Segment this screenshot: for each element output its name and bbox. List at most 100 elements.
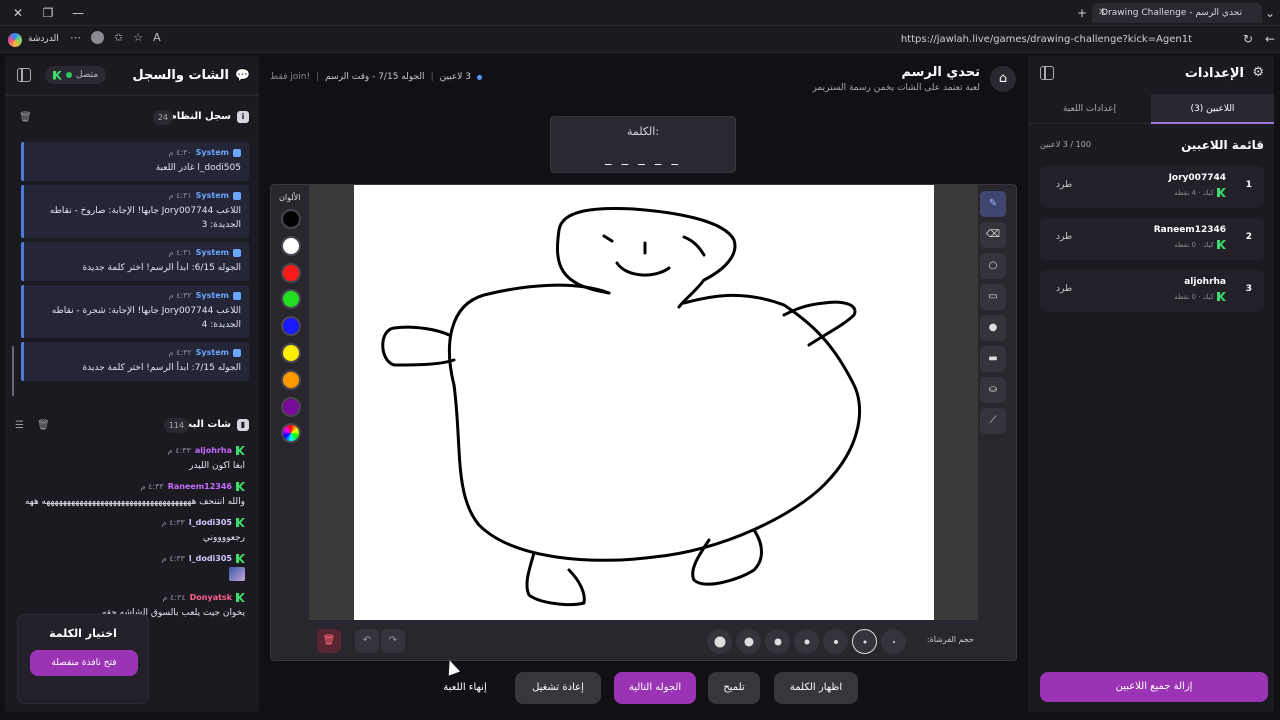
emote-image: [229, 567, 245, 581]
brush-size-xxs[interactable]: [852, 629, 877, 654]
kick-icon: [1217, 240, 1226, 249]
system-log-item: System ٤:٣٢ م الجوله 7/15: ابدأ الرسم! اخت…: [21, 342, 249, 381]
chat-icon: 💬: [235, 68, 250, 82]
more-icon[interactable]: ⋯: [70, 31, 81, 44]
color-swatch[interactable]: [281, 369, 301, 390]
message-author[interactable]: Donyatsk: [190, 593, 232, 602]
redo-button[interactable]: ↷: [381, 629, 405, 653]
separator: |: [430, 72, 434, 82]
clear-log-icon[interactable]: 🗑: [19, 112, 32, 123]
player-row: 1 Jory007744 كيك · 4 نقطة طرد: [1040, 166, 1264, 208]
copilot-button[interactable]: الدردشة: [8, 30, 59, 49]
minimize-window-icon[interactable]: —: [70, 5, 86, 21]
color-swatch[interactable]: [281, 343, 301, 363]
collapse-panel-icon[interactable]: [1040, 66, 1054, 80]
brush-size-min[interactable]: [881, 629, 906, 654]
color-swatch[interactable]: [281, 209, 301, 229]
open-popup-button[interactable]: فتح نافذة منفصلة: [30, 650, 138, 676]
message-author[interactable]: aljohrha: [195, 446, 232, 455]
close-window-icon[interactable]: ✕: [10, 5, 26, 21]
home-button[interactable]: ⌂: [990, 66, 1016, 92]
settings-title: الإعدادات: [1184, 66, 1244, 81]
remove-all-players-button[interactable]: إزالة جميع اللاعبين: [1040, 672, 1268, 702]
profile-icon[interactable]: [91, 31, 104, 44]
drawing-canvas[interactable]: [354, 185, 934, 620]
url-field[interactable]: https://jawlah.live/games/drawing-challe…: [200, 30, 1220, 49]
kick-player-button[interactable]: طرد: [1056, 284, 1072, 294]
rectangle-tool-icon[interactable]: ▭: [980, 284, 1006, 310]
bot-icon: [233, 191, 241, 200]
colors-label: الألوان: [279, 193, 301, 202]
tab-game-settings[interactable]: إعدادات اللعبة: [1028, 94, 1151, 124]
back-icon[interactable]: ←: [1262, 31, 1278, 47]
tab-list-icon[interactable]: ⌄: [1262, 5, 1278, 21]
word-display: الكلمة: _ _ _ _ _: [550, 116, 736, 173]
browser-tab[interactable]: ✕ تحدي الرسم - Drawing Challenge: [1092, 3, 1262, 23]
filled-rectangle-tool-icon[interactable]: ▬: [980, 346, 1006, 372]
brush-size-xs[interactable]: [823, 629, 848, 654]
color-swatch[interactable]: [281, 316, 301, 337]
player-rank: 3: [1245, 284, 1252, 294]
add-favorite-icon[interactable]: ☆: [133, 31, 143, 44]
color-swatch[interactable]: [281, 235, 301, 256]
player-rank: 2: [1245, 232, 1252, 242]
brush-size-xl[interactable]: [707, 629, 732, 654]
kick-player-button[interactable]: طرد: [1056, 232, 1072, 242]
system-log-item: System ٤:٣١ م اللاعب Jory007744 جابها! الإ…: [21, 185, 249, 238]
message-meta: aljohrha ٤:٣٣ م: [15, 446, 245, 455]
show-word-button[interactable]: اظهار الكلمة: [774, 672, 858, 704]
message-meta: Donyatsk ٤:٣٤ م: [15, 593, 245, 602]
end-game-button[interactable]: إنهاء اللعبة: [422, 672, 508, 704]
message-author[interactable]: l_dodi305: [189, 518, 232, 527]
kick-icon: [53, 70, 62, 80]
address-bar: الدردشة ⋯ ✩ ☆ A https://jawlah.live/game…: [0, 26, 1280, 53]
refresh-icon[interactable]: ↻: [1240, 31, 1256, 47]
clear-canvas-button[interactable]: 🗑: [317, 629, 341, 653]
color-swatch[interactable]: [281, 396, 301, 417]
brush-size-lg[interactable]: [736, 629, 761, 654]
next-round-button[interactable]: الجوله التالية: [614, 672, 696, 704]
message-meta: System ٤:٣٠ م: [30, 148, 241, 157]
kick-player-button[interactable]: طرد: [1056, 180, 1072, 190]
system-log-item: System ٤:٣٠ م l_dodi505 غادر اللعبة: [21, 142, 249, 181]
player-name: Jory007744: [1168, 173, 1226, 183]
brush-size-sm[interactable]: [794, 629, 819, 654]
game-header: ⌂ تحدي الرسم لعبة تعتمد على الشات يخمن ر…: [262, 56, 1026, 106]
undo-button[interactable]: ↶: [355, 629, 379, 653]
restart-button[interactable]: إعادة تشغيل: [515, 672, 601, 704]
system-log-list[interactable]: System ٤:٣٠ م l_dodi505 غادر اللعبة System ٤…: [21, 142, 251, 394]
tab-players[interactable]: اللاعبين (3): [1151, 94, 1274, 124]
eraser-tool-icon[interactable]: ⌫: [980, 222, 1006, 248]
message-text: رجعووووني: [203, 533, 245, 543]
message-author: System: [195, 148, 229, 157]
new-tab-icon[interactable]: +: [1074, 5, 1090, 21]
brush-size-md[interactable]: [765, 629, 790, 654]
clear-chat-icon[interactable]: 🗑: [37, 420, 50, 431]
line-tool-icon[interactable]: ⟋: [980, 408, 1006, 434]
hint-button[interactable]: تلميح: [708, 672, 760, 704]
message-text: والله انننحف ههههههههههههههههههههههههههه…: [24, 497, 245, 507]
favorites-icon[interactable]: ✩: [114, 31, 123, 44]
message-author: System: [195, 248, 229, 257]
filled-circle-tool-icon[interactable]: ●: [980, 315, 1006, 341]
message-author[interactable]: l_dodi305: [189, 554, 232, 563]
restore-window-icon[interactable]: ❐: [40, 5, 56, 21]
scrollbar[interactable]: [12, 346, 14, 396]
custom-color-picker-icon[interactable]: [281, 423, 301, 444]
kick-icon: [236, 518, 245, 527]
bot-icon: [233, 291, 241, 300]
read-aloud-icon[interactable]: A: [153, 31, 161, 44]
word-pick-title: اختيار الكلمة: [49, 627, 117, 640]
collapse-panel-icon[interactable]: [17, 68, 31, 82]
color-swatch[interactable]: [281, 262, 301, 283]
message-meta: System ٤:٣١ م: [30, 191, 241, 200]
circle-tool-icon[interactable]: ○: [980, 253, 1006, 279]
chat-log-panel: 💬 الشات والسجل متصل i سجل النظام 24 🗑 Sy…: [5, 56, 259, 712]
filter-icon[interactable]: ☰: [15, 420, 24, 431]
color-swatch[interactable]: [281, 289, 301, 310]
system-log-count: 24: [152, 110, 173, 125]
message-author[interactable]: Raneem12346: [168, 482, 232, 491]
fill-bucket-tool-icon[interactable]: ⛀: [980, 377, 1006, 403]
tab-close-icon[interactable]: ✕: [1098, 3, 1106, 23]
pen-tool-icon[interactable]: ✎: [980, 191, 1006, 217]
